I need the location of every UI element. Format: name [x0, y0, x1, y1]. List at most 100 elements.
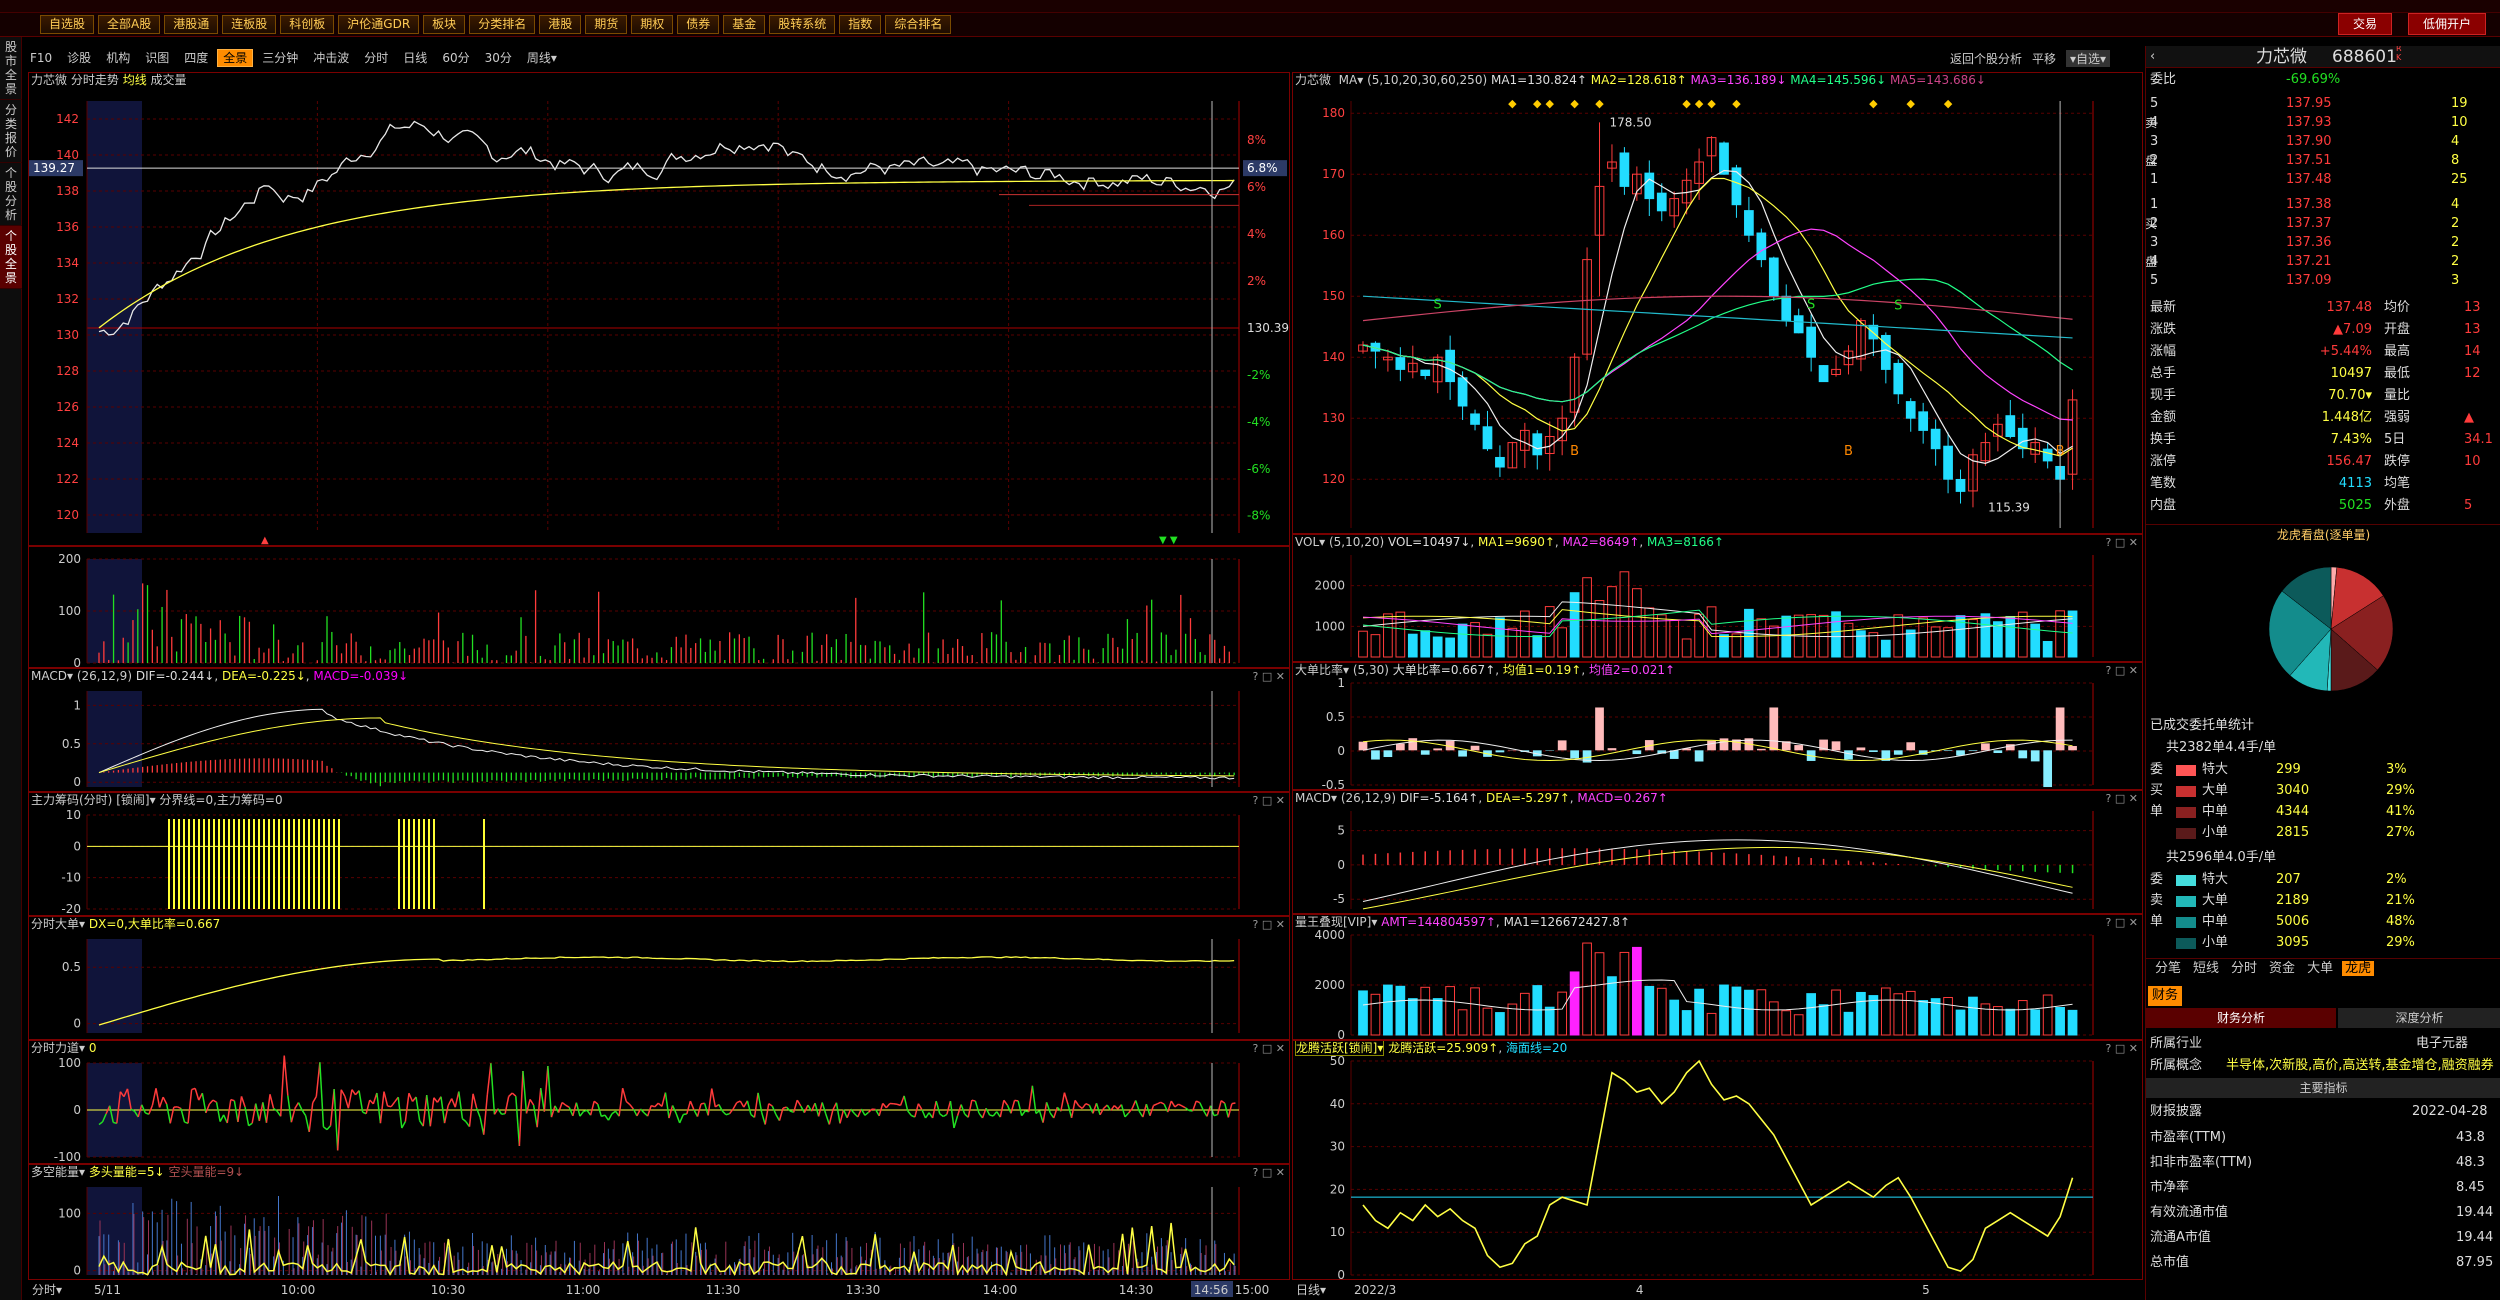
chip-label[interactable]: 主力筹码(分时) — [31, 793, 112, 807]
dragon-label[interactable]: 龙腾活跃[锁闹]▾ — [1295, 1041, 1385, 1056]
daily-dragon-panel[interactable]: 龙腾活跃[锁闹]▾ 龙腾活跃=25.909↑, 海面线=20 ? □ ✕ 50 4… — [1292, 1040, 2143, 1280]
panel-controls[interactable]: ? □ ✕ — [2106, 535, 2138, 550]
cur-price-label: 139.27 — [33, 161, 75, 175]
panel-controls[interactable]: ? □ ✕ — [2106, 915, 2138, 930]
sidebar-item-2[interactable]: 个股分析 — [0, 163, 22, 226]
force-segment — [882, 1102, 887, 1109]
subtab-4[interactable]: 四度 — [178, 49, 214, 67]
macd-label[interactable]: MACD▾ — [31, 669, 73, 683]
menu-item-3[interactable]: 连板股 — [222, 15, 277, 34]
back-arrow-icon[interactable]: ‹ — [2150, 46, 2155, 68]
quote-tab-3[interactable]: 资金 — [2266, 961, 2298, 976]
trade-button[interactable]: 交易 — [2338, 13, 2393, 35]
subtab-10[interactable]: 60分 — [436, 49, 475, 67]
menu-item-1[interactable]: 全部A股 — [98, 15, 161, 34]
menu-item-8[interactable]: 港股 — [539, 15, 582, 34]
menu-item-11[interactable]: 债券 — [677, 15, 720, 34]
subtab-6[interactable]: 三分钟 — [256, 49, 304, 67]
panel-controls[interactable]: ? □ ✕ — [2106, 1041, 2138, 1056]
panel-controls[interactable]: ? □ ✕ — [1253, 793, 1285, 808]
menu-item-0[interactable]: 自选股 — [40, 15, 95, 34]
quote-tab-5[interactable]: 龙虎 — [2342, 961, 2375, 976]
pan-mode-button[interactable]: 平移 — [2032, 50, 2056, 67]
panel-controls[interactable]: ? □ ✕ — [1253, 1165, 1285, 1180]
daily-volume-panel[interactable]: VOL▾ (5,10,20) VOL=10497↓, MA1=9690↑, MA… — [1292, 534, 2143, 662]
intraday-price-panel[interactable]: 力芯微 分时走势 均线 成交量 142 140 138 136 134 132 130 128… — [28, 72, 1290, 546]
quote-cell: 2189 — [2276, 893, 2310, 908]
vol-label[interactable]: VOL▾ — [1295, 535, 1325, 549]
daily-macd-panel[interactable]: MACD▾ (26,12,9) DIF=-5.164↑, DEA=-5.297↑… — [1292, 790, 2143, 914]
subtab-12[interactable]: 周线▾ — [521, 49, 563, 67]
force-segment — [443, 1105, 449, 1124]
panel-controls[interactable]: ? □ ✕ — [2106, 791, 2138, 806]
stat-row: 总手 10497 最低 12 — [2146, 364, 2500, 384]
subtab-0[interactable]: F10 — [24, 49, 58, 67]
menu-item-9[interactable]: 期货 — [585, 15, 628, 34]
subtab-9[interactable]: 日线 — [397, 49, 433, 67]
quote-cell: 137.95 — [2286, 96, 2332, 111]
intraday-volume-panel[interactable]: 200 100 0 — [28, 546, 1290, 668]
menu-item-15[interactable]: 综合排名 — [885, 15, 952, 34]
quote-tab-4[interactable]: 大单 — [2304, 961, 2336, 976]
energy-panel[interactable]: 多空能量▾ 多头量能=5↓ 空头量能=9↓ ? □ ✕ 100 0 — [28, 1164, 1290, 1280]
sidebar-item-3[interactable]: 个股全景 — [0, 226, 22, 289]
daily-bigratio-panel[interactable]: 大单比率▾ (5,30) 大单比率=0.667↑, 均值1=0.19↑, 均值2… — [1292, 662, 2143, 790]
menu-item-4[interactable]: 科创板 — [280, 15, 335, 34]
panel-controls[interactable]: ? □ ✕ — [1253, 917, 1285, 932]
axis-tick-label: 0 — [73, 775, 81, 789]
menu-item-6[interactable]: 板块 — [423, 15, 466, 34]
menu-item-14[interactable]: 指数 — [839, 15, 882, 34]
subtab-3[interactable]: 识图 — [139, 49, 175, 67]
panel-controls[interactable]: ? □ ✕ — [2106, 663, 2138, 678]
intraday-macd-panel[interactable]: MACD▾ (26,12,9) DIF=-0.244↓, DEA=-0.225↓… — [28, 668, 1290, 792]
quote-tab-1[interactable]: 短线 — [2190, 961, 2222, 976]
amt-label[interactable]: 量王叠现[VIP]▾ — [1295, 915, 1377, 929]
fin-analysis-tab[interactable]: 财务分析 — [2146, 1008, 2336, 1028]
daily-kline-panel[interactable]: 力芯微 MA▾ (5,10,20,30,60,250) MA1=130.824↑… — [1292, 72, 2143, 534]
volume-bar — [1731, 633, 1742, 658]
menu-item-13[interactable]: 股转系统 — [769, 15, 836, 34]
panel-controls[interactable]: ? □ ✕ — [1253, 669, 1285, 684]
quote-cell: 盘 — [2145, 255, 2158, 269]
quote-tab-0[interactable]: 分笔 — [2152, 961, 2184, 976]
open-account-button[interactable]: 低佣开户 — [2408, 13, 2487, 35]
deep-analysis-tab[interactable]: 深度分析 — [2338, 1008, 2500, 1028]
energy-label[interactable]: 多空能量▾ — [31, 1165, 85, 1179]
force-label[interactable]: 分时力道▾ — [31, 1041, 85, 1055]
quote-cell: 137.36 — [2286, 235, 2332, 250]
menu-item-10[interactable]: 期权 — [631, 15, 674, 34]
force-segment — [525, 1099, 531, 1114]
force-segment — [565, 1104, 570, 1108]
quote-tab-2[interactable]: 分时 — [2228, 961, 2260, 976]
force-segment — [319, 1062, 325, 1127]
chip-panel[interactable]: 主力筹码(分时) [锁闹]▾ 分界线=0,主力筹码=0 ? □ ✕ 10 0 -10… — [28, 792, 1290, 916]
sidebar-item-0[interactable]: 股市全景 — [0, 37, 22, 100]
amt-bar — [1607, 976, 1617, 1036]
menu-item-7[interactable]: 分类排名 — [469, 15, 536, 34]
daily-amt-panel[interactable]: 量王叠现[VIP]▾ AMT=144804597↑, MA1=126672427… — [1292, 914, 2143, 1040]
menu-item-12[interactable]: 基金 — [723, 15, 766, 34]
force-segment — [279, 1055, 285, 1117]
watchlist-select[interactable]: ▾自选▾ — [2066, 49, 2111, 67]
subtab-5[interactable]: 全景 — [217, 49, 254, 67]
subtab-11[interactable]: 30分 — [479, 49, 518, 67]
panel-controls[interactable]: ? □ ✕ — [1253, 1041, 1285, 1056]
back-to-analysis-button[interactable]: 返回个股分析 — [1950, 50, 2022, 67]
ma-label[interactable]: MA▾ — [1339, 73, 1364, 87]
force-segment — [1017, 1100, 1023, 1116]
big-order-label[interactable]: 分时大单▾ — [31, 917, 85, 931]
sidebar-item-1[interactable]: 分类报价 — [0, 100, 22, 163]
daily-macd-label[interactable]: MACD▾ — [1295, 791, 1337, 805]
subtab-1[interactable]: 诊股 — [61, 49, 97, 67]
fin-tab[interactable]: 财务 — [2148, 986, 2183, 1006]
subtab-8[interactable]: 分时 — [358, 49, 394, 67]
menu-item-5[interactable]: 沪伦通GDR — [338, 15, 420, 34]
big-order-panel[interactable]: 分时大单▾ DX=0,大单比率=0.667 ? □ ✕ 0.5 0 — [28, 916, 1290, 1040]
force-segment — [1038, 1110, 1044, 1123]
subtab-2[interactable]: 机构 — [100, 49, 136, 67]
force-segment — [885, 1103, 891, 1109]
menu-item-2[interactable]: 港股通 — [164, 15, 219, 34]
subtab-7[interactable]: 冲击波 — [307, 49, 355, 67]
force-panel[interactable]: 分时力道▾ 0 ? □ ✕ 100 0 -100 — [28, 1040, 1290, 1164]
bigratio-label[interactable]: 大单比率▾ — [1295, 663, 1349, 677]
